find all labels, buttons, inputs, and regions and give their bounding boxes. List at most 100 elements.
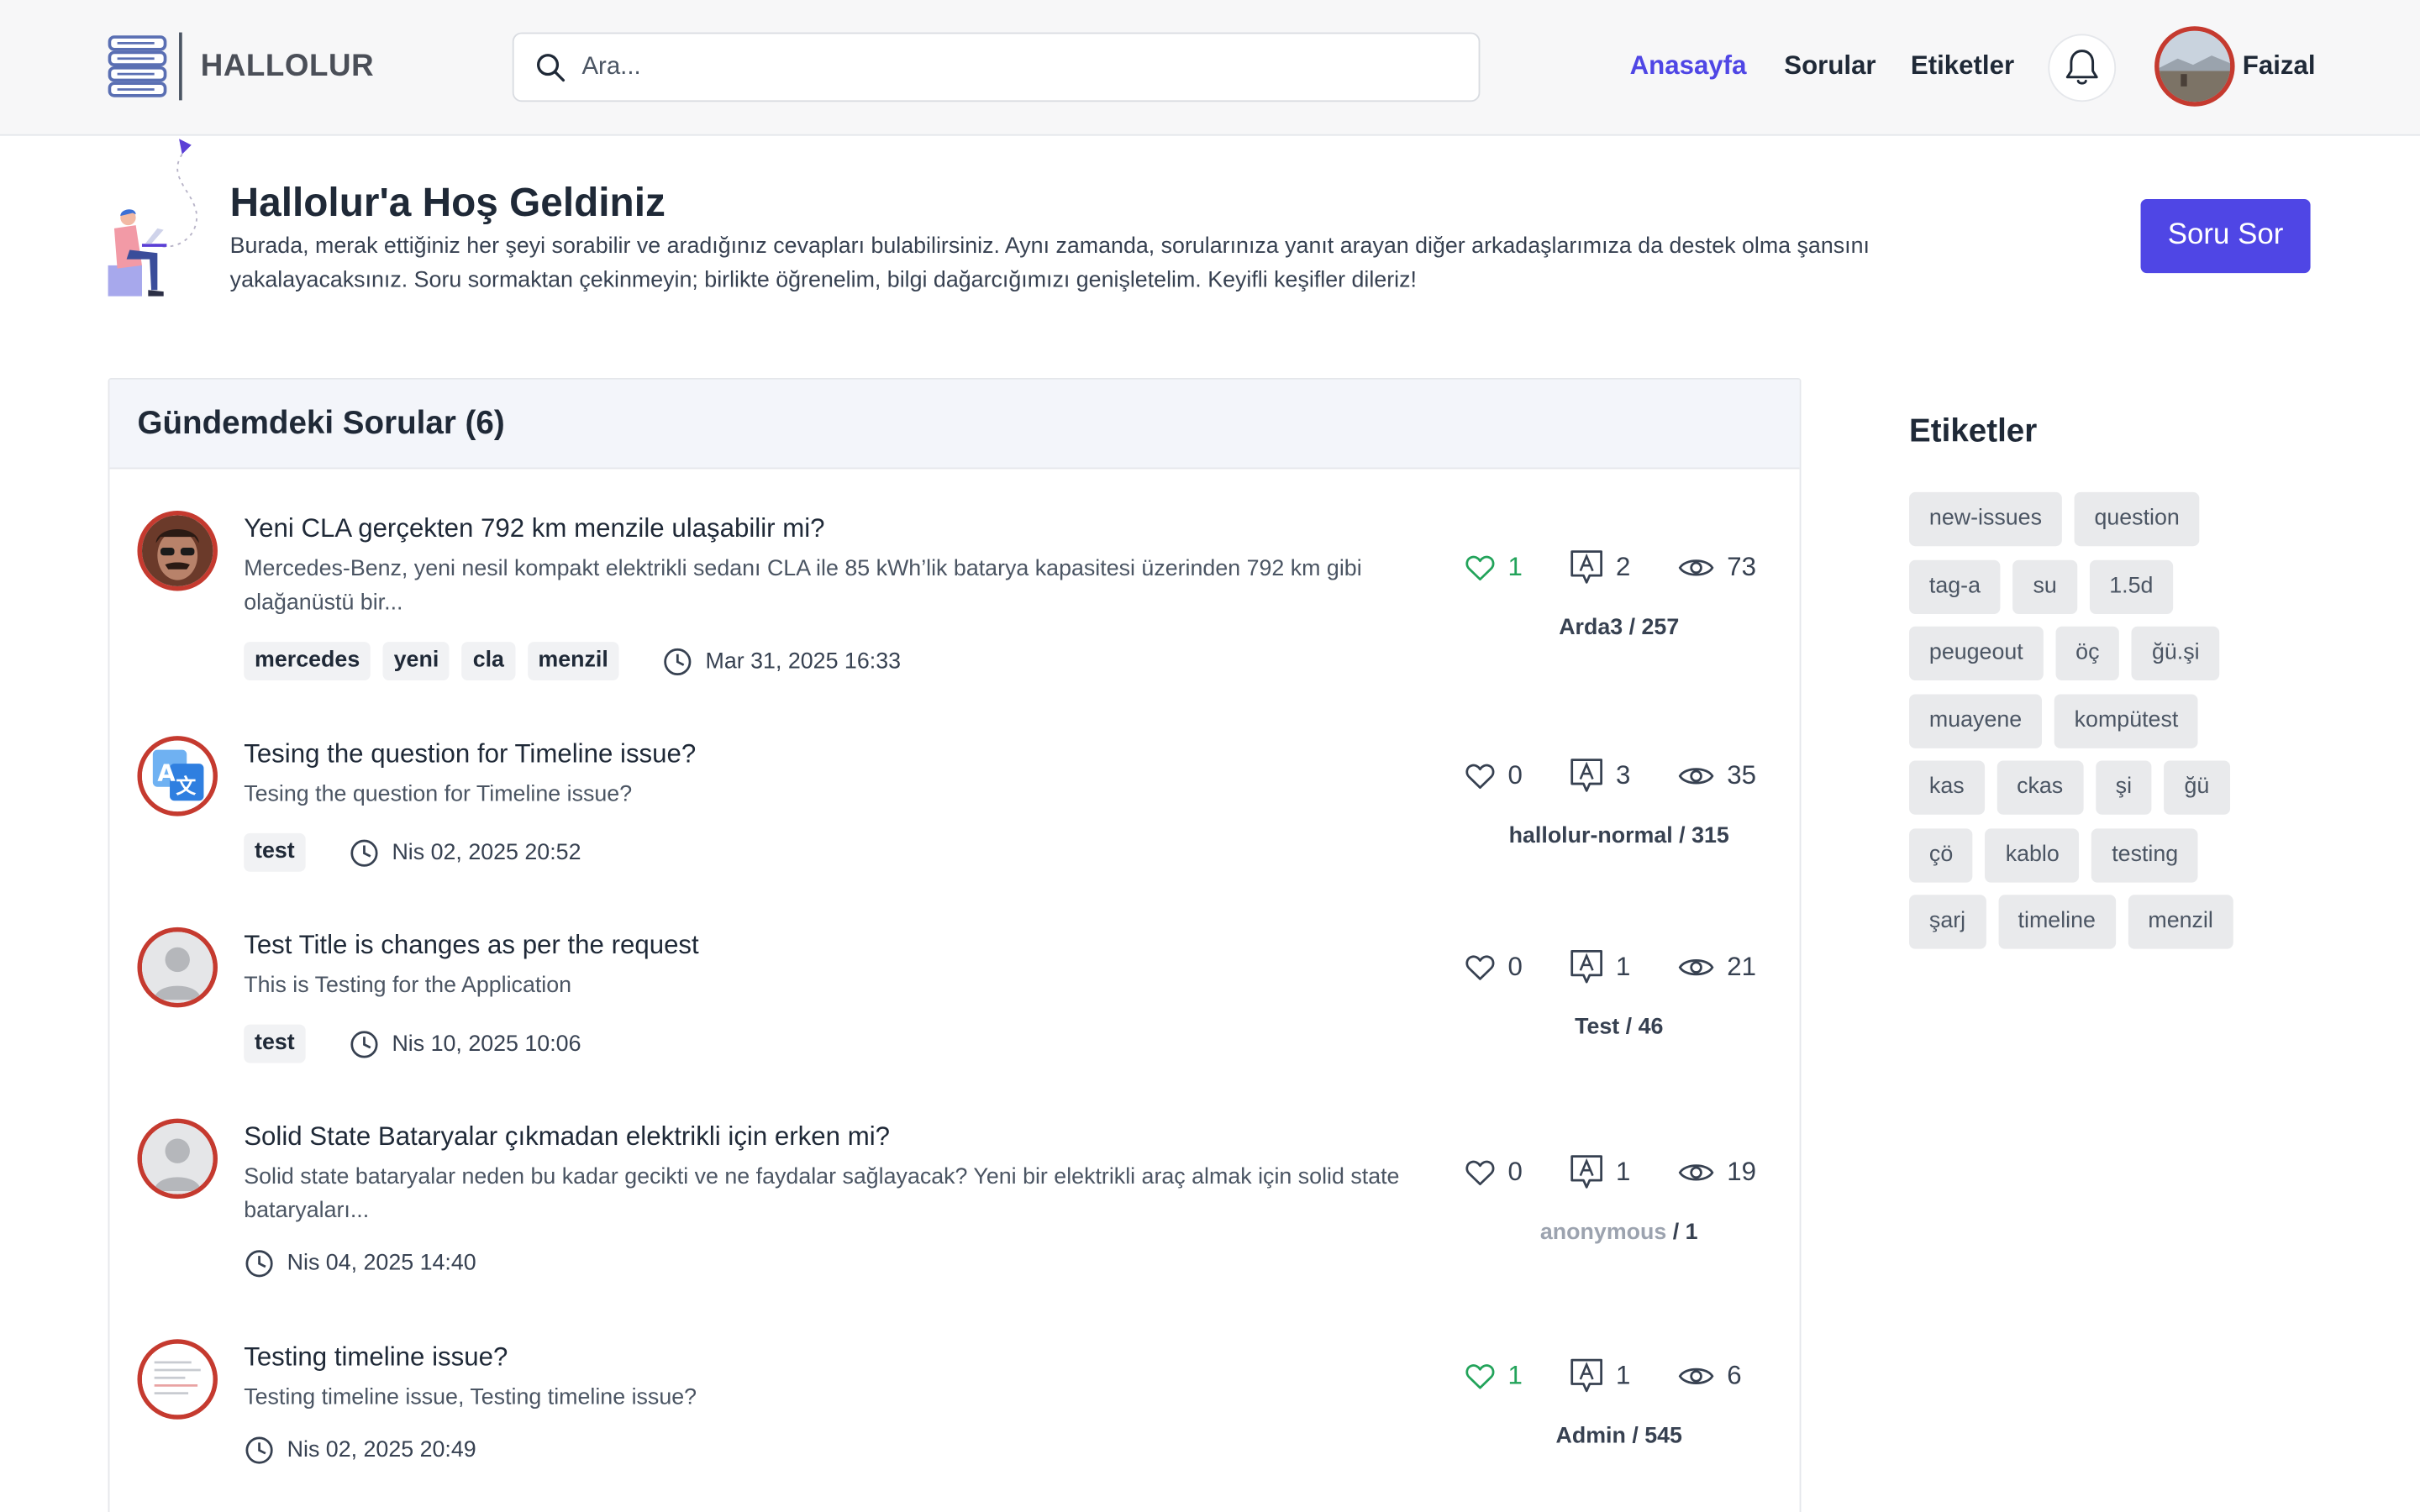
sidebar-tag[interactable]: kablo xyxy=(1985,827,2080,882)
question-tag[interactable]: menzil xyxy=(527,642,619,680)
sidebar-tag[interactable]: 1.5d xyxy=(2089,559,2174,614)
question-excerpt: This is Testing for the Application xyxy=(244,973,572,999)
question-author[interactable]: Test / 46 xyxy=(1465,1016,1773,1040)
welcome-title: Hallolur'a Hoş Geldiniz xyxy=(229,179,666,226)
question-date: Nis 02, 2025 20:49 xyxy=(244,1435,476,1466)
panel-title: Gündemdeki Sorular (6) xyxy=(137,405,505,441)
question-author[interactable]: hallolur-normal / 315 xyxy=(1465,824,1773,848)
like-count[interactable]: 1 xyxy=(1465,553,1570,584)
question-author[interactable]: Arda3 / 257 xyxy=(1465,616,1773,640)
like-count[interactable]: 0 xyxy=(1465,761,1570,792)
like-count[interactable]: 0 xyxy=(1465,1158,1570,1189)
sidebar-tag[interactable]: ğü xyxy=(2164,760,2230,815)
answer-count[interactable]: 3 xyxy=(1570,758,1678,795)
author-avatar[interactable]: A 文 xyxy=(137,736,218,816)
like-count[interactable]: 0 xyxy=(1465,952,1570,983)
author-avatar[interactable] xyxy=(137,1339,218,1420)
question-title[interactable]: Tesing the question for Timeline issue? xyxy=(244,739,696,770)
view-count: 35 xyxy=(1678,760,1757,792)
question-date-text: Nis 04, 2025 14:40 xyxy=(287,1251,476,1276)
view-count-value: 73 xyxy=(1727,552,1757,582)
question-author[interactable]: Admin / 545 xyxy=(1465,1424,1773,1448)
sidebar-tag[interactable]: tag-a xyxy=(1909,559,2001,614)
like-count-value: 1 xyxy=(1507,552,1523,582)
sidebar-tag[interactable]: kas xyxy=(1909,760,1985,815)
like-count[interactable]: 1 xyxy=(1465,1361,1570,1392)
books-logo-icon xyxy=(108,35,167,97)
sidebar-tag[interactable]: menzil xyxy=(2128,895,2233,949)
heart-icon xyxy=(1465,555,1495,581)
sidebar-tag[interactable]: new-issues xyxy=(1909,491,2062,547)
question-title[interactable]: Solid State Bataryalar çıkmadan elektrik… xyxy=(244,1121,890,1152)
logo-divider xyxy=(179,32,182,101)
sidebar-tag[interactable]: şarj xyxy=(1909,895,1986,949)
notifications-button[interactable] xyxy=(2048,34,2117,102)
sidebar-tag[interactable]: şi xyxy=(2095,760,2152,815)
heart-icon xyxy=(1465,1364,1495,1389)
answer-count[interactable]: 2 xyxy=(1570,549,1678,586)
question-tags: test Nis 02, 2025 20:52 xyxy=(244,832,581,872)
question-tags: test Nis 10, 2025 10:06 xyxy=(244,1024,581,1063)
clock-icon xyxy=(350,838,378,866)
question-stats: 1 2 73 xyxy=(1465,549,1756,586)
sidebar-tag[interactable]: ğü.şi xyxy=(2132,626,2220,680)
question-title[interactable]: Yeni CLA gerçekten 792 km menzile ulaşab… xyxy=(244,514,824,545)
answer-count[interactable]: 1 xyxy=(1570,949,1678,986)
view-count-value: 21 xyxy=(1727,952,1757,982)
nav-questions[interactable]: Sorular xyxy=(1784,51,1876,82)
question-tag[interactable]: test xyxy=(244,832,306,872)
question-title[interactable]: Test Title is changes as per the request xyxy=(244,931,699,962)
question-tag[interactable]: mercedes xyxy=(244,642,371,680)
answer-count[interactable]: 1 xyxy=(1570,1154,1678,1191)
sidebar-tag[interactable]: testing xyxy=(2091,827,2199,882)
sidebar-tag[interactable]: su xyxy=(2012,559,2077,614)
answer-icon xyxy=(1570,949,1602,984)
eye-icon xyxy=(1678,768,1714,785)
document-avatar-icon xyxy=(141,1343,213,1415)
sidebar-tag[interactable]: öç xyxy=(2055,626,2120,680)
user-avatar[interactable] xyxy=(2154,26,2235,107)
question-excerpt: Testing timeline issue, Testing timeline… xyxy=(244,1385,697,1410)
answer-icon xyxy=(1570,1358,1602,1393)
view-count: 19 xyxy=(1678,1158,1756,1189)
answer-count[interactable]: 1 xyxy=(1570,1357,1678,1394)
author-avatar[interactable] xyxy=(137,927,218,1008)
sidebar-tag[interactable]: muayene xyxy=(1909,693,2043,748)
logo[interactable]: HALLOLUR xyxy=(108,31,375,102)
question-title[interactable]: Testing timeline issue? xyxy=(244,1342,508,1373)
author-avatar[interactable] xyxy=(137,510,218,591)
ask-question-button[interactable]: Soru Sor xyxy=(2140,198,2311,274)
question-tag[interactable]: yeni xyxy=(382,642,450,680)
sidebar-tag[interactable]: çö xyxy=(1909,827,1974,882)
sidebar-tag[interactable]: kompütest xyxy=(2054,693,2199,748)
answer-count-value: 1 xyxy=(1616,952,1631,982)
view-count-value: 35 xyxy=(1727,760,1757,790)
nav-tags[interactable]: Etiketler xyxy=(1911,51,2014,82)
user-photo xyxy=(2159,30,2231,102)
eye-icon xyxy=(1678,1164,1714,1181)
sidebar-tag[interactable]: peugeout xyxy=(1909,626,2044,680)
tags-cloud: new-issues question tag-a su 1.5d peugeo… xyxy=(1909,491,2280,962)
sidebar-tag[interactable]: ckas xyxy=(1996,760,2084,815)
author-avatar[interactable] xyxy=(137,1118,218,1200)
question-tags: Nis 02, 2025 20:49 xyxy=(244,1435,476,1466)
default-user-icon xyxy=(141,1123,213,1194)
question-stats: 0 1 19 xyxy=(1465,1154,1756,1191)
question-tag[interactable]: cla xyxy=(461,642,515,680)
search-box[interactable] xyxy=(512,32,1481,102)
answer-icon xyxy=(1570,1155,1602,1189)
like-count-value: 0 xyxy=(1507,952,1523,982)
sidebar-tag[interactable]: question xyxy=(2074,491,2200,547)
brand-name: HALLOLUR xyxy=(200,48,375,83)
user-name[interactable]: Faizal xyxy=(2243,51,2316,82)
answer-icon xyxy=(1570,759,1602,792)
question-author[interactable]: anonymous / 1 xyxy=(1465,1221,1773,1245)
author-name: Admin xyxy=(1555,1424,1626,1449)
panel-header: Gündemdeki Sorular (6) xyxy=(109,379,1800,470)
question-tag[interactable]: test xyxy=(244,1024,306,1063)
sidebar-tag[interactable]: timeline xyxy=(1997,895,2116,949)
author-points: / 46 xyxy=(1619,1015,1664,1040)
nav-home[interactable]: Anasayfa xyxy=(1630,51,1747,82)
tags-sidebar-title: Etiketler xyxy=(1909,413,2038,449)
search-input[interactable] xyxy=(581,53,1447,81)
